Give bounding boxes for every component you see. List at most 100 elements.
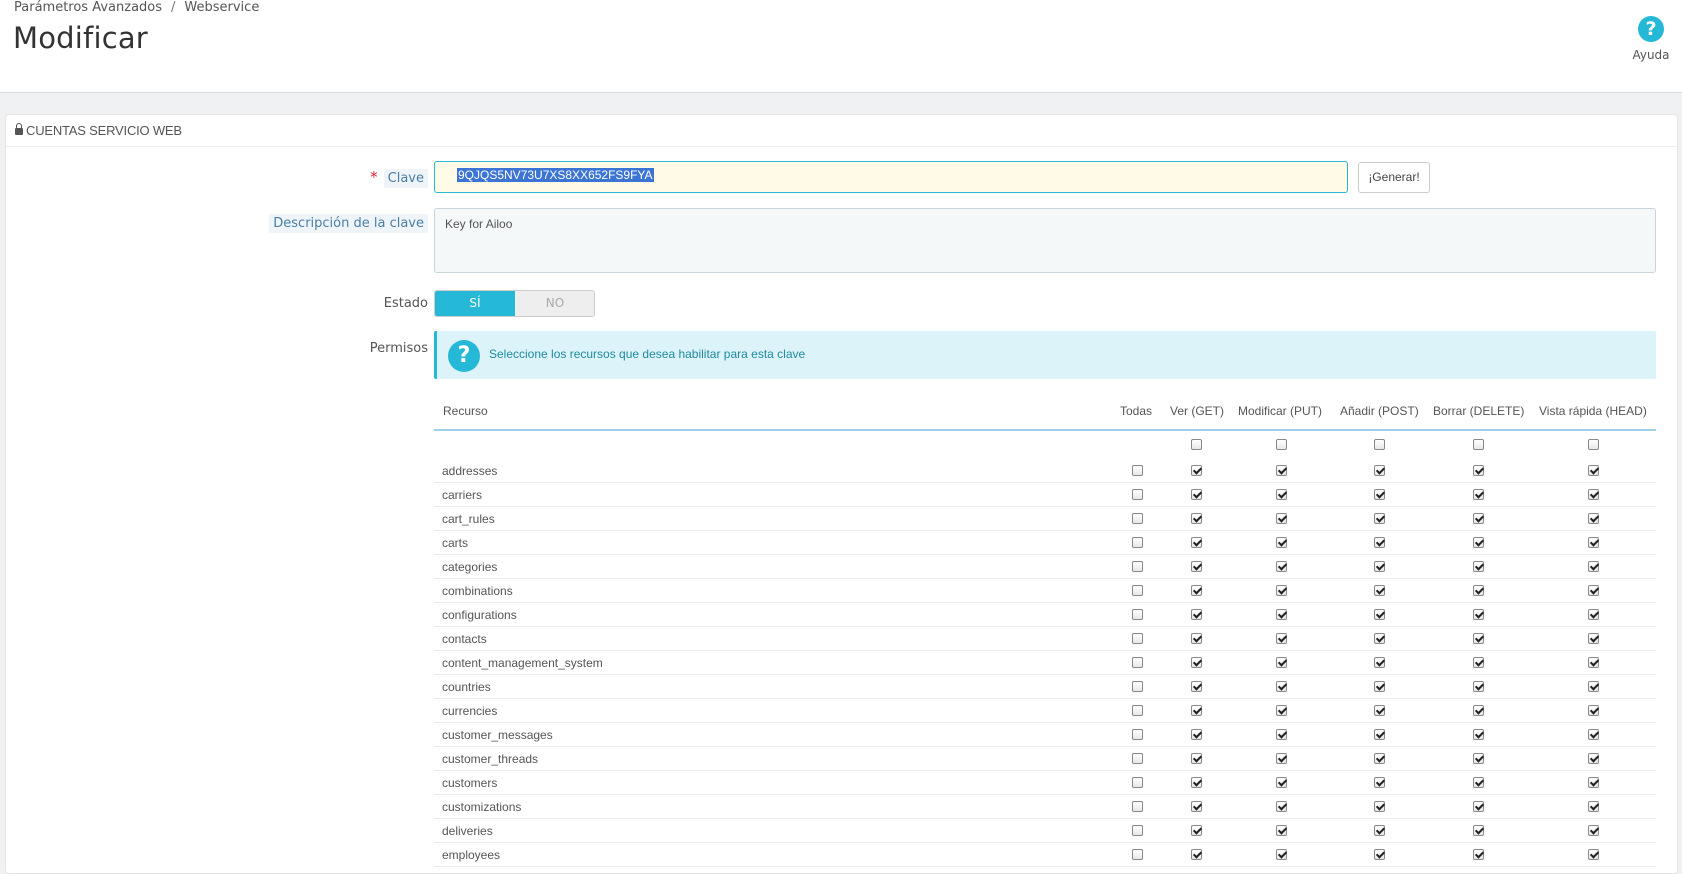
delete-checkbox[interactable]	[1473, 753, 1484, 764]
head-checkbox[interactable]	[1588, 729, 1599, 740]
head-checkbox[interactable]	[1588, 801, 1599, 812]
post-checkbox[interactable]	[1374, 657, 1385, 668]
get-checkbox[interactable]	[1191, 753, 1202, 764]
description-textarea[interactable]: Key for Ailoo	[434, 208, 1656, 273]
generate-key-button[interactable]: ¡Generar!	[1358, 162, 1430, 193]
delete-checkbox[interactable]	[1473, 489, 1484, 500]
post-checkbox[interactable]	[1374, 801, 1385, 812]
head-checkbox[interactable]	[1588, 561, 1599, 572]
put-checkbox[interactable]	[1276, 849, 1287, 860]
put-checkbox[interactable]	[1276, 753, 1287, 764]
get-checkbox[interactable]	[1191, 489, 1202, 500]
post-checkbox[interactable]	[1374, 609, 1385, 620]
all-checkbox[interactable]	[1132, 633, 1143, 644]
get-checkbox[interactable]	[1191, 513, 1202, 524]
head-checkbox[interactable]	[1588, 753, 1599, 764]
get-checkbox[interactable]	[1191, 729, 1202, 740]
status-on-option[interactable]: SÍ	[435, 291, 515, 316]
get-checkbox[interactable]	[1191, 801, 1202, 812]
help-button[interactable]: ? Ayuda	[1628, 16, 1674, 62]
delete-checkbox[interactable]	[1473, 705, 1484, 716]
head-checkbox[interactable]	[1588, 849, 1599, 860]
select-all-get-checkbox[interactable]	[1191, 439, 1202, 450]
head-checkbox[interactable]	[1588, 777, 1599, 788]
post-checkbox[interactable]	[1374, 537, 1385, 548]
get-checkbox[interactable]	[1191, 465, 1202, 476]
status-switch[interactable]: SÍ NO	[434, 290, 595, 317]
delete-checkbox[interactable]	[1473, 801, 1484, 812]
key-input[interactable]: 9QJQS5NV73U7XS8XX652FS9FYA	[434, 161, 1348, 193]
all-checkbox[interactable]	[1132, 561, 1143, 572]
all-checkbox[interactable]	[1132, 513, 1143, 524]
head-checkbox[interactable]	[1588, 681, 1599, 692]
put-checkbox[interactable]	[1276, 465, 1287, 476]
get-checkbox[interactable]	[1191, 633, 1202, 644]
post-checkbox[interactable]	[1374, 489, 1385, 500]
all-checkbox[interactable]	[1132, 681, 1143, 692]
all-checkbox[interactable]	[1132, 585, 1143, 596]
all-checkbox[interactable]	[1132, 537, 1143, 548]
breadcrumb-item-webservice[interactable]: Webservice	[184, 0, 259, 15]
select-all-head-checkbox[interactable]	[1588, 439, 1599, 450]
head-checkbox[interactable]	[1588, 585, 1599, 596]
all-checkbox[interactable]	[1132, 753, 1143, 764]
head-checkbox[interactable]	[1588, 465, 1599, 476]
post-checkbox[interactable]	[1374, 513, 1385, 524]
select-all-post-checkbox[interactable]	[1374, 439, 1385, 450]
put-checkbox[interactable]	[1276, 825, 1287, 836]
delete-checkbox[interactable]	[1473, 849, 1484, 860]
post-checkbox[interactable]	[1374, 705, 1385, 716]
post-checkbox[interactable]	[1374, 465, 1385, 476]
post-checkbox[interactable]	[1374, 777, 1385, 788]
delete-checkbox[interactable]	[1473, 561, 1484, 572]
put-checkbox[interactable]	[1276, 729, 1287, 740]
put-checkbox[interactable]	[1276, 609, 1287, 620]
delete-checkbox[interactable]	[1473, 465, 1484, 476]
put-checkbox[interactable]	[1276, 489, 1287, 500]
breadcrumb-item-advanced-parameters[interactable]: Parámetros Avanzados	[14, 0, 162, 15]
delete-checkbox[interactable]	[1473, 633, 1484, 644]
get-checkbox[interactable]	[1191, 561, 1202, 572]
delete-checkbox[interactable]	[1473, 513, 1484, 524]
all-checkbox[interactable]	[1132, 849, 1143, 860]
all-checkbox[interactable]	[1132, 609, 1143, 620]
post-checkbox[interactable]	[1374, 825, 1385, 836]
put-checkbox[interactable]	[1276, 705, 1287, 716]
put-checkbox[interactable]	[1276, 537, 1287, 548]
get-checkbox[interactable]	[1191, 585, 1202, 596]
all-checkbox[interactable]	[1132, 657, 1143, 668]
post-checkbox[interactable]	[1374, 561, 1385, 572]
post-checkbox[interactable]	[1374, 633, 1385, 644]
all-checkbox[interactable]	[1132, 801, 1143, 812]
head-checkbox[interactable]	[1588, 513, 1599, 524]
status-off-option[interactable]: NO	[515, 291, 594, 316]
delete-checkbox[interactable]	[1473, 537, 1484, 548]
head-checkbox[interactable]	[1588, 705, 1599, 716]
delete-checkbox[interactable]	[1473, 681, 1484, 692]
head-checkbox[interactable]	[1588, 489, 1599, 500]
all-checkbox[interactable]	[1132, 825, 1143, 836]
get-checkbox[interactable]	[1191, 609, 1202, 620]
put-checkbox[interactable]	[1276, 801, 1287, 812]
get-checkbox[interactable]	[1191, 681, 1202, 692]
post-checkbox[interactable]	[1374, 729, 1385, 740]
delete-checkbox[interactable]	[1473, 609, 1484, 620]
put-checkbox[interactable]	[1276, 681, 1287, 692]
delete-checkbox[interactable]	[1473, 585, 1484, 596]
post-checkbox[interactable]	[1374, 681, 1385, 692]
delete-checkbox[interactable]	[1473, 729, 1484, 740]
put-checkbox[interactable]	[1276, 585, 1287, 596]
head-checkbox[interactable]	[1588, 609, 1599, 620]
put-checkbox[interactable]	[1276, 657, 1287, 668]
select-all-put-checkbox[interactable]	[1276, 439, 1287, 450]
put-checkbox[interactable]	[1276, 633, 1287, 644]
get-checkbox[interactable]	[1191, 537, 1202, 548]
post-checkbox[interactable]	[1374, 585, 1385, 596]
delete-checkbox[interactable]	[1473, 657, 1484, 668]
post-checkbox[interactable]	[1374, 753, 1385, 764]
delete-checkbox[interactable]	[1473, 825, 1484, 836]
post-checkbox[interactable]	[1374, 849, 1385, 860]
all-checkbox[interactable]	[1132, 729, 1143, 740]
put-checkbox[interactable]	[1276, 777, 1287, 788]
get-checkbox[interactable]	[1191, 849, 1202, 860]
